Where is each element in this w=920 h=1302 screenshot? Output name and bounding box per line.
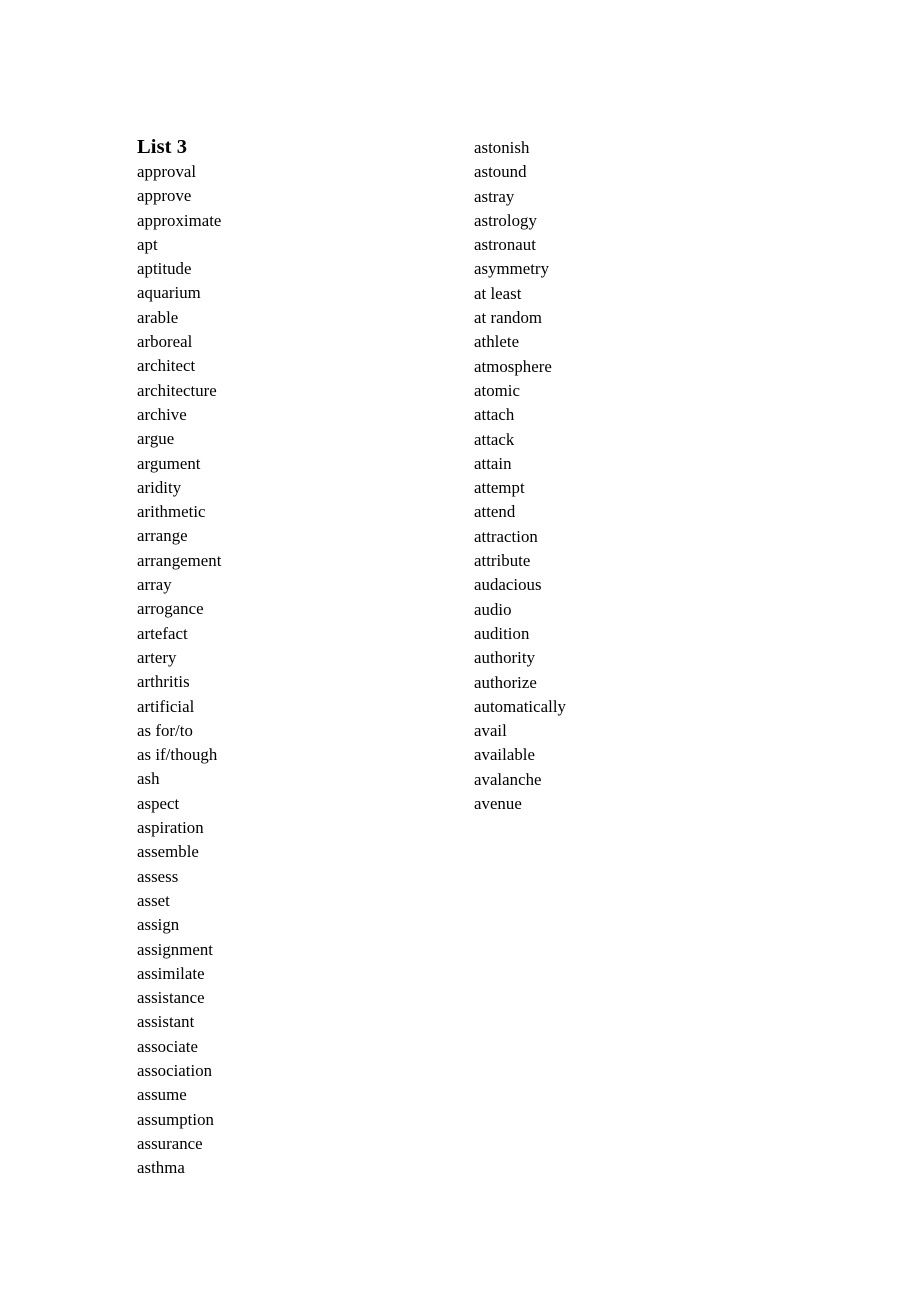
word-item: avail <box>474 721 507 741</box>
word-item: apt <box>137 234 158 254</box>
word-item: assignment <box>137 939 214 959</box>
word-item: arithmetic <box>137 502 206 522</box>
word-item: attain <box>474 453 512 473</box>
word-item: aptitude <box>137 259 192 279</box>
word-item: attack <box>474 429 515 449</box>
word-item: approximate <box>137 210 222 230</box>
word-item: aridity <box>137 477 182 497</box>
word-item: atomic <box>474 380 520 400</box>
word-item: arboreal <box>137 332 193 352</box>
word-item: asset <box>137 890 170 910</box>
word-item: assistant <box>137 1012 195 1032</box>
page-title: List 3 <box>137 135 188 158</box>
word-item: architecture <box>137 380 217 400</box>
word-item: assemble <box>137 842 199 862</box>
word-item: ash <box>137 769 160 789</box>
word-item: at least <box>474 283 522 303</box>
word-item: artificial <box>137 696 195 716</box>
word-item: associate <box>137 1036 199 1056</box>
word-item: automatically <box>474 696 566 716</box>
word-item: avenue <box>474 794 522 814</box>
word-item: as for/to <box>137 720 193 740</box>
word-item: audacious <box>474 575 542 595</box>
word-item: arrange <box>137 526 188 546</box>
word-item: astonish <box>474 138 530 157</box>
word-item: aspect <box>137 793 180 813</box>
word-item: artery <box>137 647 177 667</box>
word-item: assign <box>137 915 180 935</box>
word-item: arable <box>137 307 179 327</box>
word-item: astrology <box>474 210 537 230</box>
word-item: authority <box>474 648 536 668</box>
word-item: architect <box>137 356 196 376</box>
word-item: assume <box>137 1085 187 1105</box>
word-item: aspiration <box>137 818 204 838</box>
left-word-column: approval approve approximate apt aptitude aqu… <box>137 160 221 1180</box>
document-page: List 3 approval approve approximate apt apti… <box>0 0 920 1302</box>
word-item: as if/though <box>137 745 218 765</box>
word-item: argue <box>137 429 175 449</box>
word-item: assurance <box>137 1133 203 1153</box>
word-item: astray <box>474 186 515 206</box>
word-item: attach <box>474 405 515 425</box>
word-item: asthma <box>137 1158 185 1178</box>
word-item: association <box>137 1060 213 1080</box>
word-item: asymmetry <box>474 259 550 279</box>
word-item: arthritis <box>137 672 190 692</box>
word-item: assess <box>137 866 179 886</box>
word-item: assistance <box>137 988 205 1008</box>
word-item: attend <box>474 502 516 522</box>
word-item: attraction <box>474 526 538 546</box>
word-item: assumption <box>137 1109 214 1129</box>
word-item: aquarium <box>137 283 201 303</box>
word-item: astound <box>474 162 527 182</box>
word-item: argument <box>137 453 201 473</box>
word-item: audio <box>474 599 512 619</box>
word-item: astronaut <box>474 235 536 255</box>
word-item: athlete <box>474 332 520 352</box>
word-item: approve <box>137 186 192 206</box>
word-item: arrangement <box>137 550 222 570</box>
word-item: assimilate <box>137 963 205 983</box>
word-item: avalanche <box>474 769 542 789</box>
word-item: at random <box>474 308 543 328</box>
word-item: arrogance <box>137 599 204 619</box>
word-item: approval <box>137 162 197 181</box>
word-item: attempt <box>474 478 525 498</box>
word-item: atmosphere <box>474 356 552 376</box>
right-word-column: astonish astound astray astrology astronaut a… <box>474 136 566 816</box>
word-item: audition <box>474 623 530 643</box>
word-item: array <box>137 575 172 595</box>
word-item: authorize <box>474 672 537 692</box>
word-item: available <box>474 745 536 765</box>
word-item: attribute <box>474 551 531 571</box>
word-item: archive <box>137 404 187 424</box>
word-item: artefact <box>137 623 188 643</box>
